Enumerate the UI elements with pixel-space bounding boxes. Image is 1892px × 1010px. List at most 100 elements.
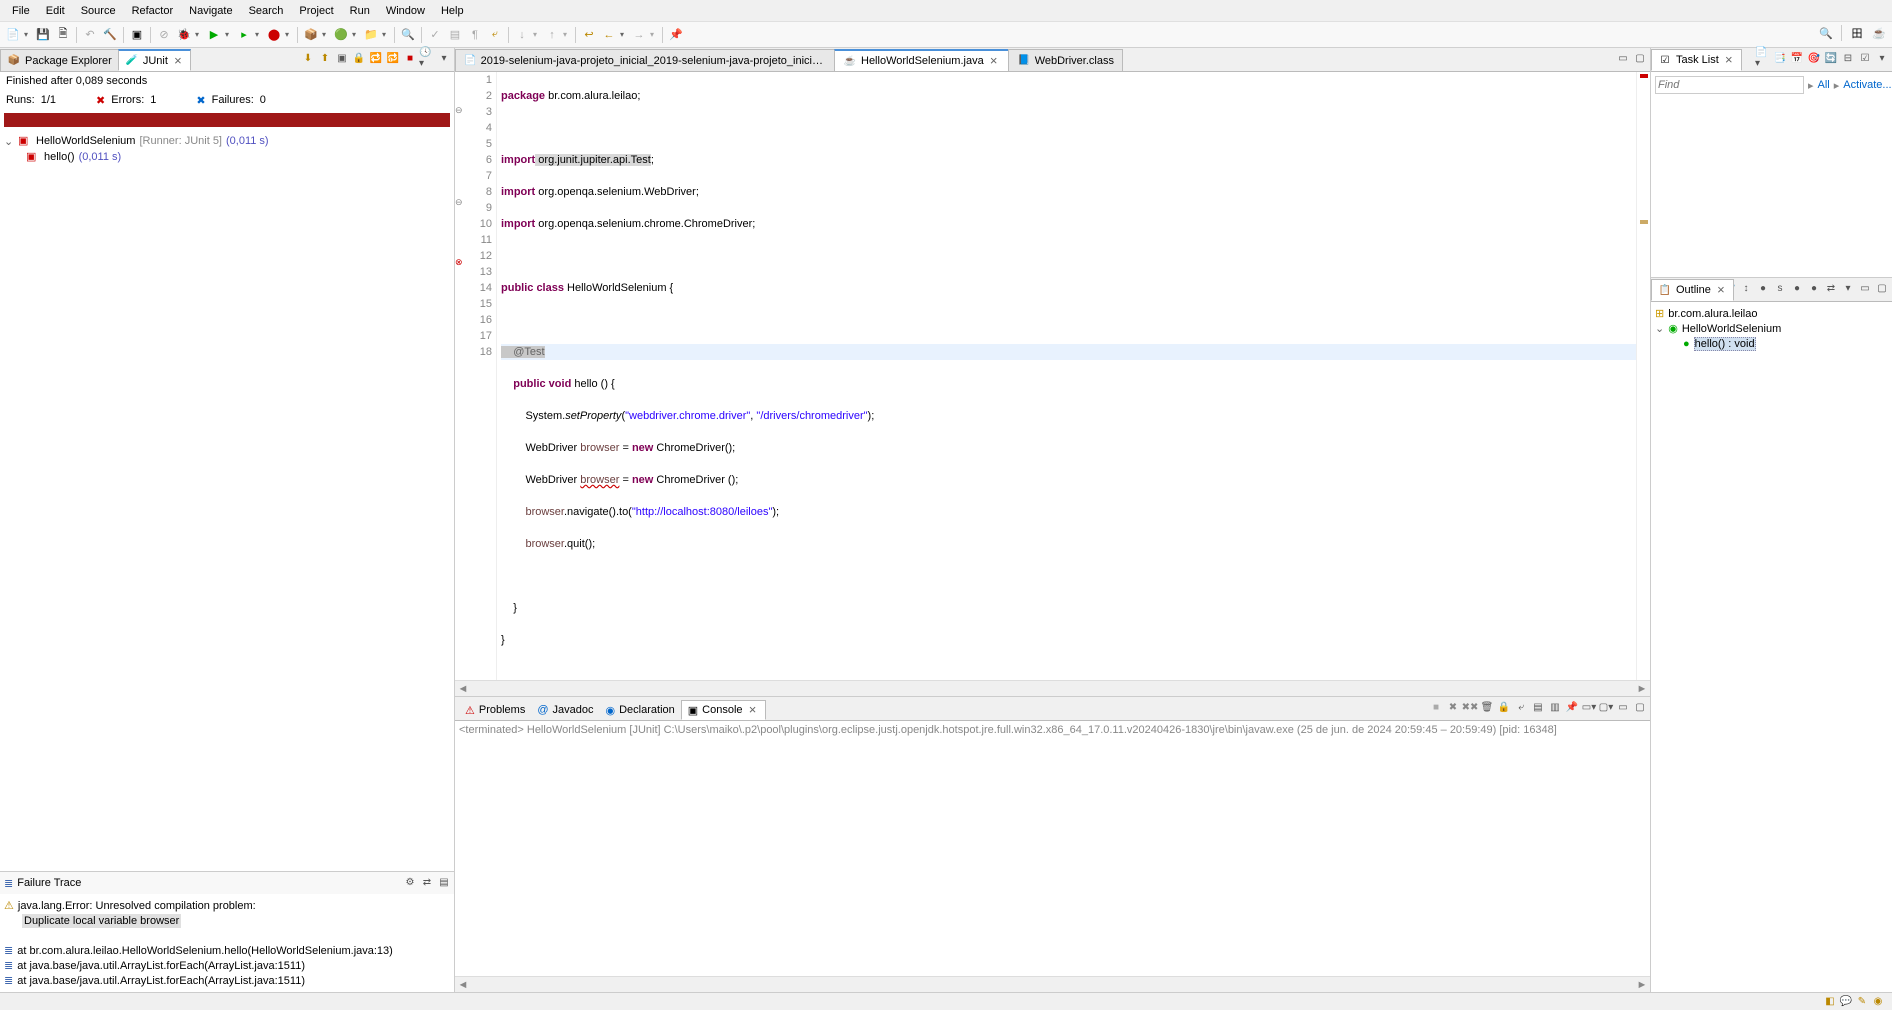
save-all-icon[interactable]: 🗎 <box>54 26 72 44</box>
link-editor-icon[interactable]: ⇄ <box>1823 280 1839 296</box>
tab-outline[interactable]: 📋 Outline × <box>1651 279 1734 301</box>
new-task-icon[interactable]: 📄▾ <box>1755 50 1771 66</box>
samples-icon[interactable]: ◧ <box>1822 994 1838 1010</box>
overview-ruler[interactable] <box>1636 72 1650 680</box>
toggle-word-wrap-icon[interactable]: ⤶ <box>486 26 504 44</box>
rerun-test-icon[interactable]: 🔁 <box>368 50 384 66</box>
coverage-dropdown[interactable]: ▾ <box>255 30 263 39</box>
updates-icon[interactable]: ✎ <box>1854 994 1870 1010</box>
menu-edit[interactable]: Edit <box>38 3 73 19</box>
outline-package-row[interactable]: ⊞ br.com.alura.leilao <box>1655 306 1888 321</box>
history-icon[interactable]: 🕓▾ <box>419 50 435 66</box>
new-dropdown[interactable]: ▾ <box>24 30 32 39</box>
code-editor[interactable]: ⊖ ⊖ ⊗ 1 2 3 4 5 6 7 8 9 10 11 12 13 14 <box>455 72 1650 680</box>
view-menu-icon[interactable]: ▾ <box>1840 280 1856 296</box>
fold-marker-icon[interactable]: ⊖ <box>455 197 465 207</box>
terminal-icon[interactable]: ▣ <box>128 26 146 44</box>
minimize-icon[interactable]: ▭ <box>1615 699 1631 715</box>
clear-console-icon[interactable]: 🗑 <box>1479 699 1495 715</box>
close-icon[interactable]: × <box>172 55 184 67</box>
show-console-err-icon[interactable]: ▥ <box>1547 699 1563 715</box>
outline-method-row[interactable]: ● hello() : void <box>1655 336 1888 352</box>
show-failures-icon[interactable]: ▣ <box>334 50 350 66</box>
stop-junit-icon[interactable]: ■ <box>402 50 418 66</box>
close-icon[interactable]: × <box>747 704 759 716</box>
schedule-icon[interactable]: 📅 <box>1789 50 1805 66</box>
test-suite-row[interactable]: ⌄ ▣ HelloWorldSelenium [Runner: JUnit 5]… <box>4 133 450 149</box>
close-icon[interactable]: × <box>988 55 1000 67</box>
console-hscroll[interactable]: ◄ ► <box>455 976 1650 992</box>
last-edit-icon[interactable]: ↩ <box>580 26 598 44</box>
word-wrap-icon[interactable]: ⤶ <box>1513 699 1529 715</box>
menu-file[interactable]: File <box>4 3 38 19</box>
scroll-left-icon[interactable]: ◄ <box>455 979 471 991</box>
menu-source[interactable]: Source <box>73 3 124 19</box>
focus-task-icon[interactable]: 🎯 <box>1806 50 1822 66</box>
failure-exception-row[interactable]: ⚠ java.lang.Error: Unresolved compilatio… <box>4 898 450 913</box>
filter-trace-icon[interactable]: ⚙ <box>402 874 418 890</box>
back-dropdown[interactable]: ▾ <box>620 30 628 39</box>
task-activate-link[interactable]: Activate... <box>1843 79 1891 91</box>
view-menu-icon[interactable]: ▾ <box>1874 50 1890 66</box>
display-selected-icon[interactable]: ▭▾ <box>1581 699 1597 715</box>
maximize-icon[interactable]: ▢ <box>1632 50 1648 66</box>
expand-toggle-icon[interactable]: ⌄ <box>1655 322 1664 335</box>
tab-junit[interactable]: 🧪 JUnit × <box>118 49 191 71</box>
fold-marker-icon[interactable]: ⊖ <box>455 105 465 115</box>
forward-dropdown[interactable]: ▾ <box>650 30 658 39</box>
marker-column[interactable]: ⊖ ⊖ ⊗ <box>455 72 467 680</box>
terminate-icon[interactable]: ■ <box>1428 699 1444 715</box>
menu-refactor[interactable]: Refactor <box>124 3 182 19</box>
sort-icon[interactable]: ↕ <box>1738 280 1754 296</box>
toggle-mark-icon[interactable]: ✓ <box>426 26 444 44</box>
line-number-gutter[interactable]: 1 2 3 4 5 6 7 8 9 10 11 12 13 14 15 16 1… <box>467 72 497 680</box>
overview-trim-icon[interactable]: ◉ <box>1870 994 1886 1010</box>
editor-tab-pom[interactable]: 📄 2019-selenium-java-projeto_inicial_201… <box>455 49 835 71</box>
find-next-icon[interactable]: ▸ <box>1834 79 1840 92</box>
compare-result-icon[interactable]: ⇄ <box>419 874 435 890</box>
open-type-icon[interactable]: 🔍 <box>399 26 417 44</box>
run-dropdown[interactable]: ▾ <box>225 30 233 39</box>
menu-window[interactable]: Window <box>378 3 433 19</box>
scroll-lock-icon[interactable]: 🔒 <box>351 50 367 66</box>
outline-class-row[interactable]: ⌄ ◉ HelloWorldSelenium <box>1655 321 1888 336</box>
pin-console-icon[interactable]: 📌 <box>1564 699 1580 715</box>
scroll-right-icon[interactable]: ► <box>1634 979 1650 991</box>
remove-launch-icon[interactable]: ✖ <box>1445 699 1461 715</box>
close-icon[interactable]: × <box>1723 54 1735 66</box>
prev-failure-icon[interactable]: ⬇ <box>300 50 316 66</box>
new-class-icon[interactable]: 🟢 <box>332 26 350 44</box>
scroll-right-icon[interactable]: ► <box>1634 683 1650 695</box>
run-icon[interactable]: ▶ <box>205 26 223 44</box>
hide-local-icon[interactable]: ● <box>1806 280 1822 296</box>
overview-cursor-mark[interactable] <box>1640 220 1648 224</box>
menu-navigate[interactable]: Navigate <box>181 3 240 19</box>
minimize-icon[interactable]: ▭ <box>1857 280 1873 296</box>
hide-nonpublic-icon[interactable]: ● <box>1789 280 1805 296</box>
minimize-icon[interactable]: ▭ <box>1615 50 1631 66</box>
hide-completed-icon[interactable]: ☑ <box>1857 50 1873 66</box>
new-package-icon[interactable]: 📦 <box>302 26 320 44</box>
open-console-icon[interactable]: ▢▾ <box>1598 699 1614 715</box>
tab-javadoc[interactable]: @ Javadoc <box>531 700 599 720</box>
code-area[interactable]: package br.com.alura.leilao; import org.… <box>497 72 1636 680</box>
editor-hscroll[interactable]: ◄ ► <box>455 680 1650 696</box>
outline-tree[interactable]: ⊞ br.com.alura.leilao ⌄ ◉ HelloWorldSele… <box>1651 302 1892 992</box>
maximize-icon[interactable]: ▢ <box>1632 699 1648 715</box>
next-annotation-icon[interactable]: ↓ <box>513 26 531 44</box>
stack-frame-row[interactable]: ≣ at java.base/java.util.ArrayList.forEa… <box>4 973 450 988</box>
scroll-left-icon[interactable]: ◄ <box>455 683 471 695</box>
debug-dropdown[interactable]: ▾ <box>195 30 203 39</box>
hide-static-icon[interactable]: s <box>1772 280 1788 296</box>
show-whitespace-icon[interactable]: ¶ <box>466 26 484 44</box>
redo-icon[interactable]: 🔨 <box>101 26 119 44</box>
test-method-row[interactable]: ▣ hello() (0,011 s) <box>4 149 450 165</box>
editor-tab-helloworld[interactable]: ☕ HelloWorldSelenium.java × <box>834 49 1009 71</box>
save-icon[interactable]: 💾 <box>34 26 52 44</box>
tab-declaration[interactable]: ◉ Declaration <box>600 700 681 720</box>
next-failure-icon[interactable]: ⬆ <box>317 50 333 66</box>
menu-project[interactable]: Project <box>291 3 341 19</box>
toggle-block-icon[interactable]: ▤ <box>446 26 464 44</box>
overview-error-mark[interactable] <box>1640 74 1648 78</box>
prev-ann-dropdown[interactable]: ▾ <box>563 30 571 39</box>
